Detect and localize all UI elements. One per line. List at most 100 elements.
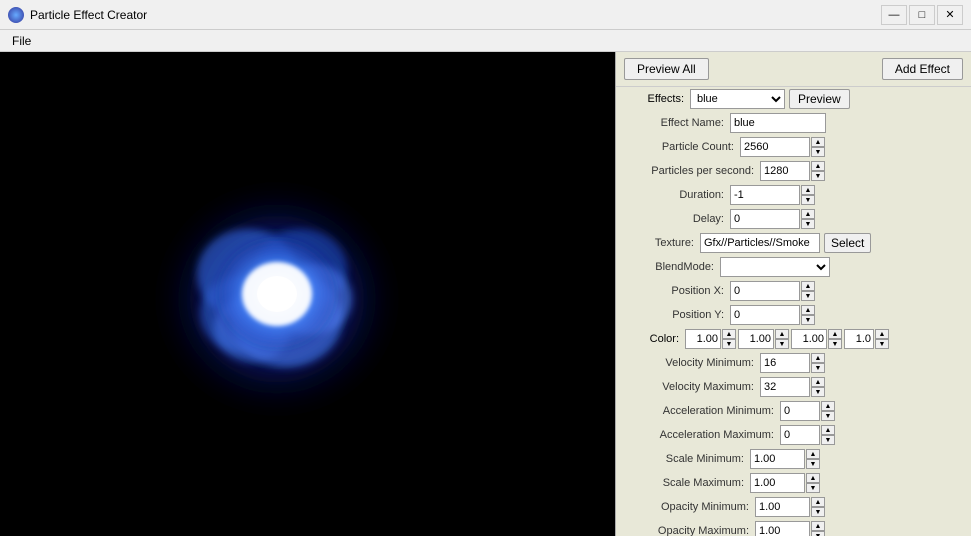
duration-up[interactable]: ▲ bbox=[801, 185, 815, 195]
color-r-down[interactable]: ▼ bbox=[722, 339, 736, 349]
particle-preview bbox=[137, 154, 417, 434]
scale-min-input[interactable] bbox=[750, 449, 805, 469]
opacity-max-up[interactable]: ▲ bbox=[811, 521, 825, 531]
position-y-spin-buttons: ▲ ▼ bbox=[801, 305, 815, 325]
velocity-max-up[interactable]: ▲ bbox=[811, 377, 825, 387]
blendmode-row: BlendMode: bbox=[616, 255, 971, 279]
scale-min-down[interactable]: ▼ bbox=[806, 459, 820, 469]
color-inputs: ▲ ▼ ▲ ▼ bbox=[685, 329, 889, 349]
minimize-button[interactable]: — bbox=[881, 5, 907, 25]
opacity-min-up[interactable]: ▲ bbox=[811, 497, 825, 507]
velocity-max-spin-buttons: ▲ ▼ bbox=[811, 377, 825, 397]
accel-max-input[interactable] bbox=[780, 425, 820, 445]
velocity-min-up[interactable]: ▲ bbox=[811, 353, 825, 363]
color-a-up[interactable]: ▲ bbox=[875, 329, 889, 339]
position-x-input[interactable] bbox=[730, 281, 800, 301]
velocity-min-spinbox: ▲ ▼ bbox=[760, 353, 825, 373]
particle-count-up[interactable]: ▲ bbox=[811, 137, 825, 147]
duration-input[interactable] bbox=[730, 185, 800, 205]
opacity-max-input[interactable] bbox=[755, 521, 810, 536]
color-a-spin-buttons: ▲ ▼ bbox=[875, 329, 889, 349]
scale-max-row: Scale Maximum: ▲ ▼ bbox=[616, 471, 971, 495]
window-controls: — □ ✕ bbox=[881, 5, 963, 25]
delay-input[interactable] bbox=[730, 209, 800, 229]
effect-name-label: Effect Name: bbox=[620, 117, 730, 129]
velocity-max-down[interactable]: ▼ bbox=[811, 387, 825, 397]
delay-up[interactable]: ▲ bbox=[801, 209, 815, 219]
opacity-min-down[interactable]: ▼ bbox=[811, 507, 825, 517]
effects-row: Effects: blue Preview bbox=[616, 87, 971, 111]
accel-min-row: Acceleration Minimum: ▲ ▼ bbox=[616, 399, 971, 423]
preview-all-button[interactable]: Preview All bbox=[624, 58, 709, 80]
color-label: Color: bbox=[620, 333, 685, 345]
position-y-down[interactable]: ▼ bbox=[801, 315, 815, 325]
accel-min-up[interactable]: ▲ bbox=[821, 401, 835, 411]
particles-per-second-input[interactable] bbox=[760, 161, 810, 181]
maximize-button[interactable]: □ bbox=[909, 5, 935, 25]
duration-down[interactable]: ▼ bbox=[801, 195, 815, 205]
delay-spin-buttons: ▲ ▼ bbox=[801, 209, 815, 229]
scale-max-down[interactable]: ▼ bbox=[806, 483, 820, 493]
velocity-max-input[interactable] bbox=[760, 377, 810, 397]
preview-button[interactable]: Preview bbox=[789, 89, 850, 109]
particle-count-spin-buttons: ▲ ▼ bbox=[811, 137, 825, 157]
position-x-up[interactable]: ▲ bbox=[801, 281, 815, 291]
velocity-min-down[interactable]: ▼ bbox=[811, 363, 825, 373]
color-r-input[interactable] bbox=[685, 329, 721, 349]
velocity-max-spinbox: ▲ ▼ bbox=[760, 377, 825, 397]
velocity-min-input[interactable] bbox=[760, 353, 810, 373]
scale-max-spinbox: ▲ ▼ bbox=[750, 473, 820, 493]
velocity-min-label: Velocity Minimum: bbox=[620, 357, 760, 369]
position-x-down[interactable]: ▼ bbox=[801, 291, 815, 301]
canvas-area bbox=[0, 52, 615, 536]
color-g-down[interactable]: ▼ bbox=[775, 339, 789, 349]
select-texture-button[interactable]: Select bbox=[824, 233, 871, 253]
blendmode-dropdown[interactable] bbox=[720, 257, 830, 277]
effect-name-input[interactable] bbox=[730, 113, 826, 133]
scale-min-spinbox: ▲ ▼ bbox=[750, 449, 820, 469]
particle-count-down[interactable]: ▼ bbox=[811, 147, 825, 157]
color-b-down[interactable]: ▼ bbox=[828, 339, 842, 349]
color-g-spinbox: ▲ ▼ bbox=[738, 329, 789, 349]
accel-max-spinbox: ▲ ▼ bbox=[780, 425, 835, 445]
opacity-max-down[interactable]: ▼ bbox=[811, 531, 825, 536]
accel-max-spin-buttons: ▲ ▼ bbox=[821, 425, 835, 445]
scale-max-up[interactable]: ▲ bbox=[806, 473, 820, 483]
accel-max-up[interactable]: ▲ bbox=[821, 425, 835, 435]
close-button[interactable]: ✕ bbox=[937, 5, 963, 25]
texture-label: Texture: bbox=[620, 237, 700, 249]
texture-input[interactable] bbox=[700, 233, 820, 253]
delay-down[interactable]: ▼ bbox=[801, 219, 815, 229]
scale-max-input[interactable] bbox=[750, 473, 805, 493]
color-g-up[interactable]: ▲ bbox=[775, 329, 789, 339]
particles-per-second-up[interactable]: ▲ bbox=[811, 161, 825, 171]
accel-min-spin-buttons: ▲ ▼ bbox=[821, 401, 835, 421]
scale-min-up[interactable]: ▲ bbox=[806, 449, 820, 459]
effects-dropdown[interactable]: blue bbox=[690, 89, 785, 109]
color-r-up[interactable]: ▲ bbox=[722, 329, 736, 339]
accel-max-down[interactable]: ▼ bbox=[821, 435, 835, 445]
color-a-input[interactable] bbox=[844, 329, 874, 349]
duration-label: Duration: bbox=[620, 189, 730, 201]
accel-min-input[interactable] bbox=[780, 401, 820, 421]
position-y-up[interactable]: ▲ bbox=[801, 305, 815, 315]
color-a-down[interactable]: ▼ bbox=[875, 339, 889, 349]
opacity-min-input[interactable] bbox=[755, 497, 810, 517]
file-menu[interactable]: File bbox=[4, 32, 39, 50]
particles-per-second-down[interactable]: ▼ bbox=[811, 171, 825, 181]
color-b-input[interactable] bbox=[791, 329, 827, 349]
add-effect-button[interactable]: Add Effect bbox=[882, 58, 963, 80]
color-b-up[interactable]: ▲ bbox=[828, 329, 842, 339]
particle-count-input[interactable] bbox=[740, 137, 810, 157]
color-g-input[interactable] bbox=[738, 329, 774, 349]
panel-scroll[interactable]: Effects: blue Preview Effect Name: Parti… bbox=[616, 87, 971, 536]
particle-svg bbox=[137, 154, 417, 434]
position-y-input[interactable] bbox=[730, 305, 800, 325]
opacity-min-spin-buttons: ▲ ▼ bbox=[811, 497, 825, 517]
color-g-spin-buttons: ▲ ▼ bbox=[775, 329, 789, 349]
opacity-min-row: Opacity Minimum: ▲ ▼ bbox=[616, 495, 971, 519]
accel-min-down[interactable]: ▼ bbox=[821, 411, 835, 421]
color-row: Color: ▲ ▼ ▲ ▼ bbox=[616, 327, 971, 351]
accel-min-spinbox: ▲ ▼ bbox=[780, 401, 835, 421]
texture-row: Texture: Select bbox=[616, 231, 971, 255]
